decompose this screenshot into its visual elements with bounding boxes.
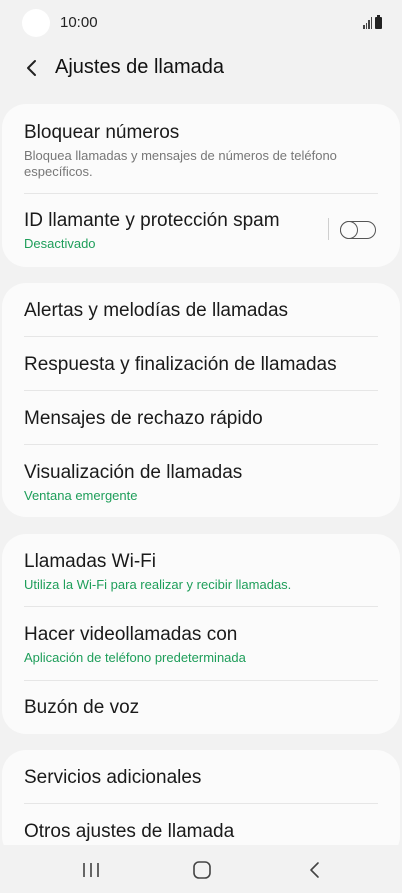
settings-group-wifi-video: Llamadas Wi-Fi Utiliza la Wi-Fi para rea…: [2, 534, 400, 734]
item-subtitle: Utiliza la Wi-Fi para realizar y recibir…: [24, 577, 292, 592]
settings-group-calls: Alertas y melodías de llamadas Respuesta…: [2, 283, 400, 517]
item-title: Llamadas Wi-Fi: [24, 551, 156, 572]
nav-back-button[interactable]: [303, 859, 327, 881]
list-item-alerts-ringtones[interactable]: Alertas y melodías de llamadas: [24, 300, 378, 322]
item-title: Mensajes de rechazo rápido: [24, 408, 263, 429]
toggle-knob: [340, 220, 358, 239]
item-title: Alertas y melodías de llamadas: [24, 300, 289, 321]
divider: [24, 803, 378, 804]
chevron-left-icon: [27, 60, 36, 76]
divider: [24, 680, 378, 681]
recent-apps-button[interactable]: [79, 859, 103, 881]
divider: [24, 390, 378, 391]
status-bar: 10:00: [0, 0, 402, 48]
item-subtitle: Aplicación de teléfono predeterminada: [24, 650, 246, 665]
settings-group-additional: Servicios adicionales Otros ajustes de l…: [2, 750, 400, 860]
app-header: Ajustes de llamada: [0, 48, 402, 88]
divider: [24, 444, 378, 445]
item-title: Visualización de llamadas: [24, 462, 243, 483]
list-item-additional-services[interactable]: Servicios adicionales: [24, 767, 378, 789]
home-icon: [193, 861, 211, 879]
list-item-video-calls[interactable]: Hacer videollamadas con Aplicación de te…: [24, 624, 378, 666]
list-item-caller-id-spam[interactable]: ID llamante y protección spam Desactivad…: [24, 210, 310, 252]
recent-apps-icon: [83, 863, 99, 877]
home-button[interactable]: [190, 859, 214, 881]
list-item-call-display[interactable]: Visualización de llamadas Ventana emerge…: [24, 462, 378, 504]
list-item-block-numbers[interactable]: Bloquear números Bloquea llamadas y mens…: [24, 122, 378, 180]
back-button[interactable]: [18, 54, 46, 82]
back-icon: [310, 862, 319, 878]
page-title: Ajustes de llamada: [55, 56, 224, 78]
list-item-answer-end[interactable]: Respuesta y finalización de llamadas: [24, 354, 378, 376]
status-icons: [363, 15, 382, 29]
signal-icon: [363, 17, 372, 29]
item-title: Bloquear números: [24, 122, 180, 143]
battery-icon: [375, 15, 382, 29]
divider: [24, 606, 378, 607]
item-title: Servicios adicionales: [24, 767, 202, 788]
item-subtitle: Bloquea llamadas y mensajes de números d…: [24, 148, 337, 179]
divider: [24, 336, 378, 337]
item-subtitle: Ventana emergente: [24, 488, 138, 503]
list-item-wifi-calling[interactable]: Llamadas Wi-Fi Utiliza la Wi-Fi para rea…: [24, 551, 378, 593]
item-title: Respuesta y finalización de llamadas: [24, 354, 337, 375]
item-subtitle: Desactivado: [24, 236, 96, 251]
toggle-separator: [328, 218, 329, 240]
list-item-other-call-settings[interactable]: Otros ajustes de llamada: [24, 821, 378, 843]
caller-id-spam-toggle[interactable]: [340, 220, 376, 239]
status-indicator-circle: [22, 9, 50, 37]
item-title: ID llamante y protección spam: [24, 210, 280, 231]
item-title: Buzón de voz: [24, 697, 140, 718]
divider: [24, 193, 378, 194]
list-item-voicemail[interactable]: Buzón de voz: [24, 697, 378, 719]
status-time: 10:00: [60, 14, 98, 31]
list-item-quick-decline[interactable]: Mensajes de rechazo rápido: [24, 408, 378, 430]
navigation-bar: [0, 845, 402, 893]
settings-group-blocking: Bloquear números Bloquea llamadas y mens…: [2, 104, 400, 267]
item-title: Hacer videollamadas con: [24, 624, 238, 645]
item-title: Otros ajustes de llamada: [24, 821, 235, 842]
